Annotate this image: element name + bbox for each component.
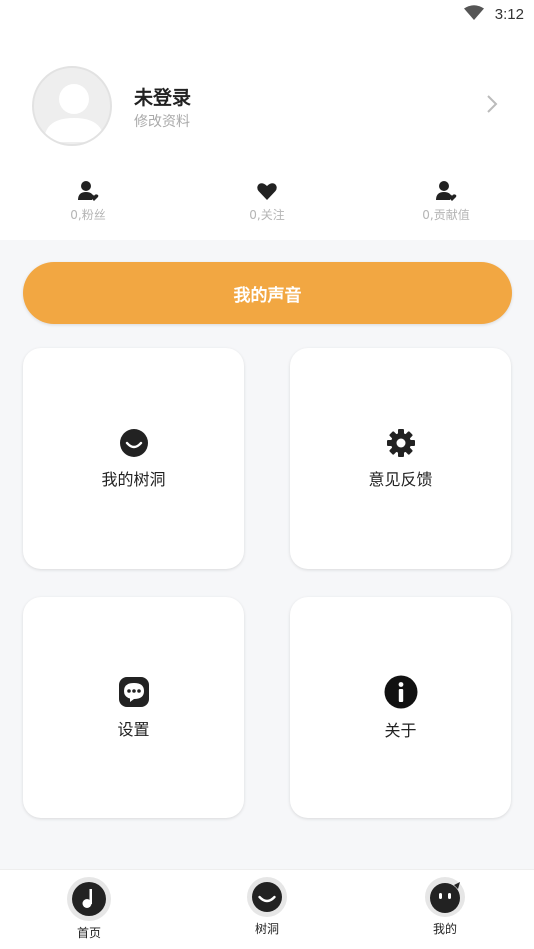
stat-following-label: 0,关注 xyxy=(249,208,285,222)
card-settings[interactable]: 设置 xyxy=(23,597,244,818)
wifi-icon xyxy=(464,5,484,20)
stat-following[interactable]: 0,关注 xyxy=(207,180,327,223)
card-feedback-label: 意见反馈 xyxy=(368,469,433,489)
heart-icon xyxy=(257,183,277,200)
smile-icon xyxy=(119,428,148,457)
stat-fans-label: 0,粉丝 xyxy=(70,208,106,222)
bottom-nav: 首页 树洞 我的 xyxy=(0,869,534,949)
user-heart-icon xyxy=(436,181,457,201)
user-heart-icon xyxy=(78,181,99,201)
nav-home-label: 首页 xyxy=(76,926,101,940)
nav-treehole[interactable]: 树洞 xyxy=(217,876,317,937)
user-avatar-icon xyxy=(44,84,104,142)
gear-icon xyxy=(386,428,415,457)
nav-home[interactable]: 首页 xyxy=(39,876,139,941)
my-voice-button[interactable]: 我的声音 xyxy=(23,262,512,324)
nav-mine[interactable]: 我的 xyxy=(395,876,495,937)
card-about[interactable]: 关于 xyxy=(290,597,511,818)
stat-fans[interactable]: 0,粉丝 xyxy=(28,180,148,223)
nav-treehole-label: 树洞 xyxy=(254,922,279,936)
stat-contribution-label: 0,贡献值 xyxy=(422,208,470,222)
info-icon xyxy=(384,675,417,708)
music-note-icon xyxy=(67,877,111,921)
status-bar: 3:12 xyxy=(0,0,534,32)
profile-section: 未登录 修改资料 0,粉丝 0,关注 0,贡献值 xyxy=(0,32,534,240)
edit-profile-link[interactable]: 修改资料 xyxy=(134,111,190,131)
smile-icon xyxy=(247,877,287,917)
avatar[interactable] xyxy=(32,66,112,146)
card-feedback[interactable]: 意见反馈 xyxy=(290,348,511,569)
face-icon xyxy=(425,877,465,917)
stat-contribution[interactable]: 0,贡献值 xyxy=(386,180,506,223)
card-my-treehole[interactable]: 我的树洞 xyxy=(23,348,244,569)
card-about-label: 关于 xyxy=(384,720,417,740)
nav-mine-label: 我的 xyxy=(432,922,457,936)
card-my-treehole-label: 我的树洞 xyxy=(101,469,166,489)
profile-name: 未登录 xyxy=(134,87,192,109)
profile-header[interactable]: 未登录 修改资料 xyxy=(0,32,534,172)
chevron-right-icon[interactable] xyxy=(486,94,498,114)
status-time: 3:12 xyxy=(494,6,524,23)
card-settings-label: 设置 xyxy=(117,719,150,739)
chat-bubble-icon xyxy=(118,676,149,707)
stats-row: 0,粉丝 0,关注 0,贡献值 xyxy=(0,180,534,232)
